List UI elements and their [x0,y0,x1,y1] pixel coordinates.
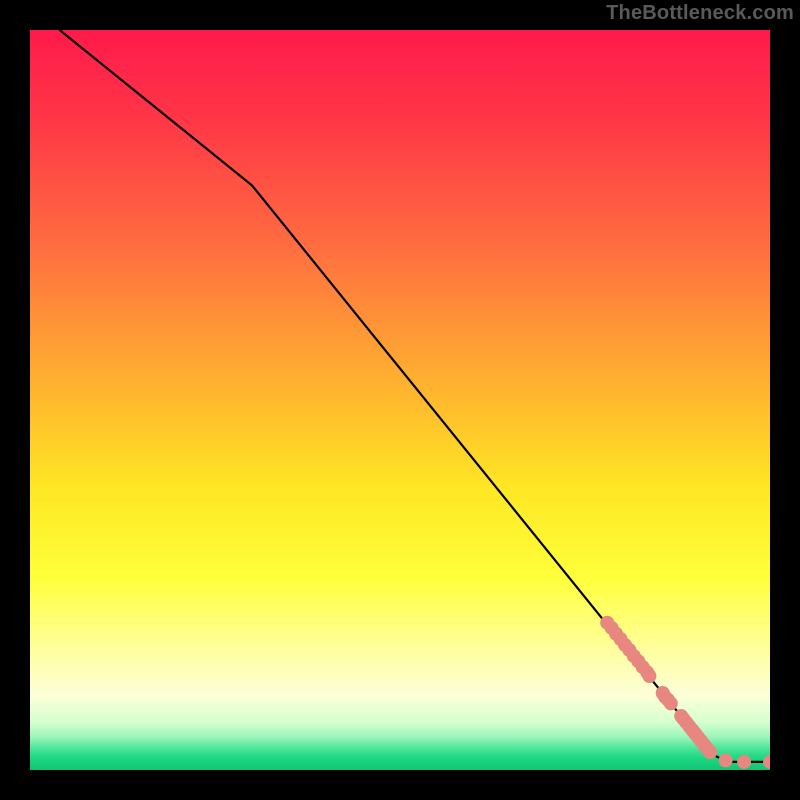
chart-marker [719,753,733,767]
chart-area [30,30,770,770]
chart-marker [642,669,656,683]
watermark-text: TheBottleneck.com [606,2,794,25]
chart-marker [763,755,770,769]
chart-markers [600,616,770,769]
chart-line [60,30,770,762]
chart-overlay [30,30,770,770]
chart-marker [703,745,717,759]
chart-marker [737,755,751,769]
chart-marker [664,696,678,710]
